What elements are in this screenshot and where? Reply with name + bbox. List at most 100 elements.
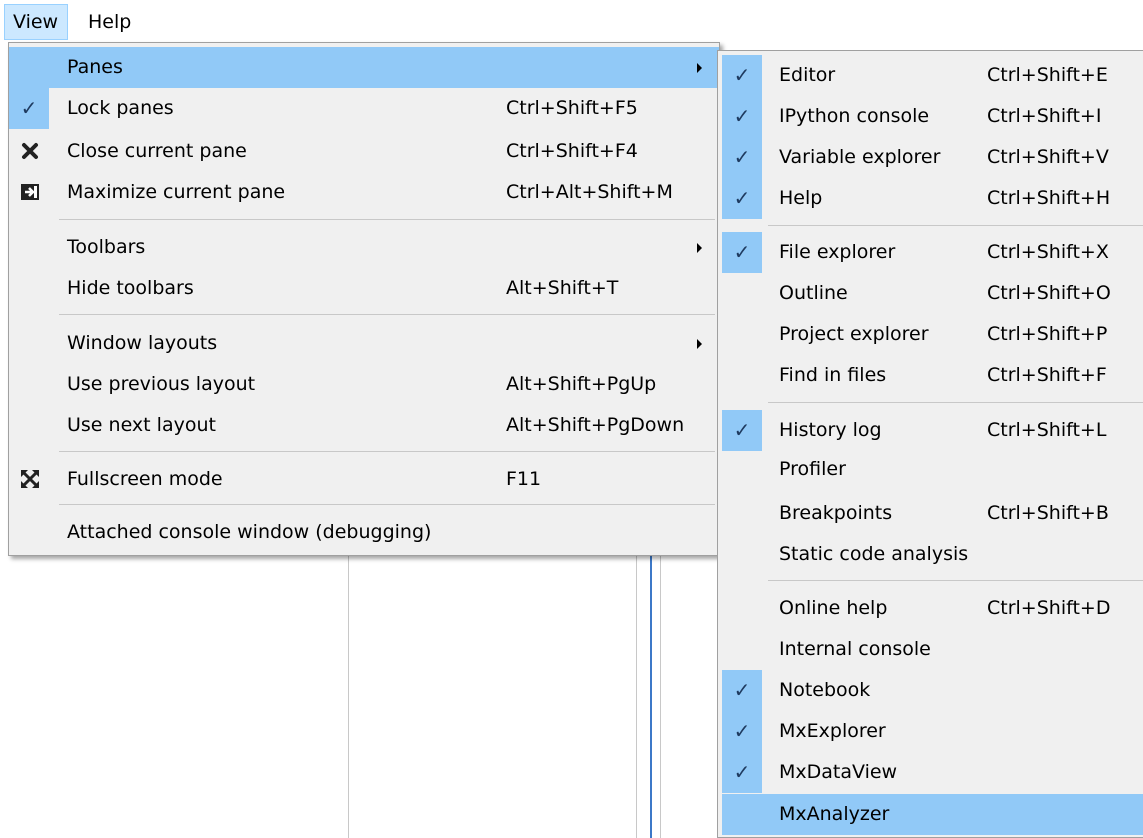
pane-item-mxanalyzer[interactable]: MxAnalyzer [722,794,1143,835]
submenu-arrow-icon [697,63,702,73]
pane-item-breakpoints[interactable]: Breakpoints Ctrl+Shift+B [718,493,1143,534]
pane-item-label: MxExplorer [779,720,886,742]
menu-separator [59,504,715,505]
pane-item-shortcut: Ctrl+Shift+D [987,597,1111,619]
pane-item-shortcut: Ctrl+Shift+E [987,64,1108,86]
menu-item-label: Maximize current pane [67,181,286,203]
menu-item-label: Lock panes [67,97,174,119]
pane-item-label: Variable explorer [779,146,941,168]
pane-item-editor[interactable]: ✓ Editor Ctrl+Shift+E [718,55,1143,96]
pane-item-shortcut: Ctrl+Shift+B [987,502,1109,524]
menu-separator [59,219,715,220]
pane-item-outline[interactable]: Outline Ctrl+Shift+O [718,273,1143,314]
pane-scrollbar [650,540,652,838]
pane-item-variable-explorer[interactable]: ✓ Variable explorer Ctrl+Shift+V [718,137,1143,178]
menu-item-label: Fullscreen mode [67,468,223,490]
pane-item-static-code-analysis[interactable]: Static code analysis [718,534,1143,575]
check-icon: ✓ [733,104,751,128]
menu-separator [768,225,1143,226]
menu-item-label: Hide toolbars [67,277,194,299]
pane-item-help[interactable]: ✓ Help Ctrl+Shift+H [718,178,1143,219]
menu-item-label: Window layouts [67,332,218,354]
menu-item-shortcut: Ctrl+Shift+F4 [506,140,638,162]
pane-divider-1 [348,540,349,838]
pane-item-label: File explorer [779,241,896,263]
pane-divider-3 [660,540,661,838]
close-icon [22,143,38,159]
menu-item-next-layout[interactable]: Use next layout Alt+Shift+PgDown [9,405,719,446]
menu-item-toolbars[interactable]: Toolbars [9,227,719,268]
pane-item-label: Online help [779,597,888,619]
pane-item-label: Editor [779,64,836,86]
pane-item-label: Help [779,187,823,209]
pane-item-find-in-files[interactable]: Find in files Ctrl+Shift+F [718,355,1143,396]
menu-separator [59,314,715,315]
menu-item-shortcut: Ctrl+Shift+F5 [506,97,638,119]
check-icon: ✓ [733,186,751,210]
pane-item-label: Profiler [779,458,846,480]
menu-item-hide-toolbars[interactable]: Hide toolbars Alt+Shift+T [9,268,719,309]
check-icon: ✓ [20,96,38,120]
menu-item-shortcut: F11 [506,468,542,490]
menu-item-label: Close current pane [67,140,247,162]
menu-item-close-pane[interactable]: Close current pane Ctrl+Shift+F4 [9,131,719,172]
menu-item-label: Toolbars [67,236,146,258]
pane-item-label: History log [779,419,882,441]
menu-item-shortcut: Ctrl+Alt+Shift+M [506,181,673,203]
pane-item-online-help[interactable]: Online help Ctrl+Shift+D [718,588,1143,629]
menu-item-label: Use next layout [67,414,216,436]
pane-item-shortcut: Ctrl+Shift+O [987,282,1111,304]
pane-item-shortcut: Ctrl+Shift+F [987,364,1107,386]
pane-item-shortcut: Ctrl+Shift+X [987,241,1109,263]
pane-item-project-explorer[interactable]: Project explorer Ctrl+Shift+P [718,314,1143,355]
view-menu: Panes ✓ Lock panes Ctrl+Shift+F5 Close c… [8,42,720,556]
menu-help[interactable]: Help [80,4,144,40]
pane-item-label: Outline [779,282,848,304]
pane-item-file-explorer[interactable]: ✓ File explorer Ctrl+Shift+X [718,232,1143,273]
panes-submenu: ✓ Editor Ctrl+Shift+E ✓ IPython console … [717,50,1143,838]
pane-item-label: MxAnalyzer [779,803,890,825]
menubar: View Help [0,0,1143,42]
menu-item-previous-layout[interactable]: Use previous layout Alt+Shift+PgUp [9,364,719,405]
pane-item-internal-console[interactable]: Internal console [718,629,1143,670]
pane-item-mxexplorer[interactable]: ✓ MxExplorer [718,711,1143,752]
menu-item-panes[interactable]: Panes [9,47,719,88]
check-icon: ✓ [733,760,751,784]
check-icon: ✓ [733,719,751,743]
pane-item-profiler[interactable]: Profiler [718,449,1143,490]
fullscreen-icon [20,469,40,489]
pane-item-label: Find in files [779,364,887,386]
pane-item-notebook[interactable]: ✓ Notebook [718,670,1143,711]
pane-item-label: Static code analysis [779,543,969,565]
menu-item-shortcut: Alt+Shift+T [506,277,619,299]
check-icon: ✓ [733,145,751,169]
pane-item-mxdataview[interactable]: ✓ MxDataView [718,752,1143,793]
check-icon: ✓ [733,63,751,87]
menu-separator [59,451,715,452]
menu-separator [768,402,1143,403]
pane-divider-2 [636,540,637,838]
pane-item-label: IPython console [779,105,930,127]
menu-item-label: Use previous layout [67,373,256,395]
check-icon: ✓ [733,678,751,702]
menu-item-window-layouts[interactable]: Window layouts [9,323,719,364]
maximize-pane-icon [21,184,39,200]
menu-item-maximize-pane[interactable]: Maximize current pane Ctrl+Alt+Shift+M [9,172,719,213]
submenu-arrow-icon [697,339,702,349]
check-icon: ✓ [733,418,751,442]
pane-item-shortcut: Ctrl+Shift+H [987,187,1111,209]
menu-item-label: Panes [67,56,123,78]
pane-item-ipython-console[interactable]: ✓ IPython console Ctrl+Shift+I [718,96,1143,137]
menu-view[interactable]: View [4,4,68,40]
pane-item-label: Notebook [779,679,871,701]
menu-item-shortcut: Alt+Shift+PgUp [506,373,657,395]
pane-item-label: Breakpoints [779,502,893,524]
menu-item-lock-panes[interactable]: ✓ Lock panes Ctrl+Shift+F5 [9,88,719,129]
menu-item-fullscreen[interactable]: Fullscreen mode F11 [9,459,719,500]
menu-separator [768,580,1143,581]
pane-item-shortcut: Ctrl+Shift+V [987,146,1109,168]
pane-item-label: MxDataView [779,761,898,783]
pane-item-history-log[interactable]: ✓ History log Ctrl+Shift+L [718,410,1143,451]
menu-item-attached-console[interactable]: Attached console window (debugging) [9,512,719,553]
pane-item-shortcut: Ctrl+Shift+L [987,419,1107,441]
